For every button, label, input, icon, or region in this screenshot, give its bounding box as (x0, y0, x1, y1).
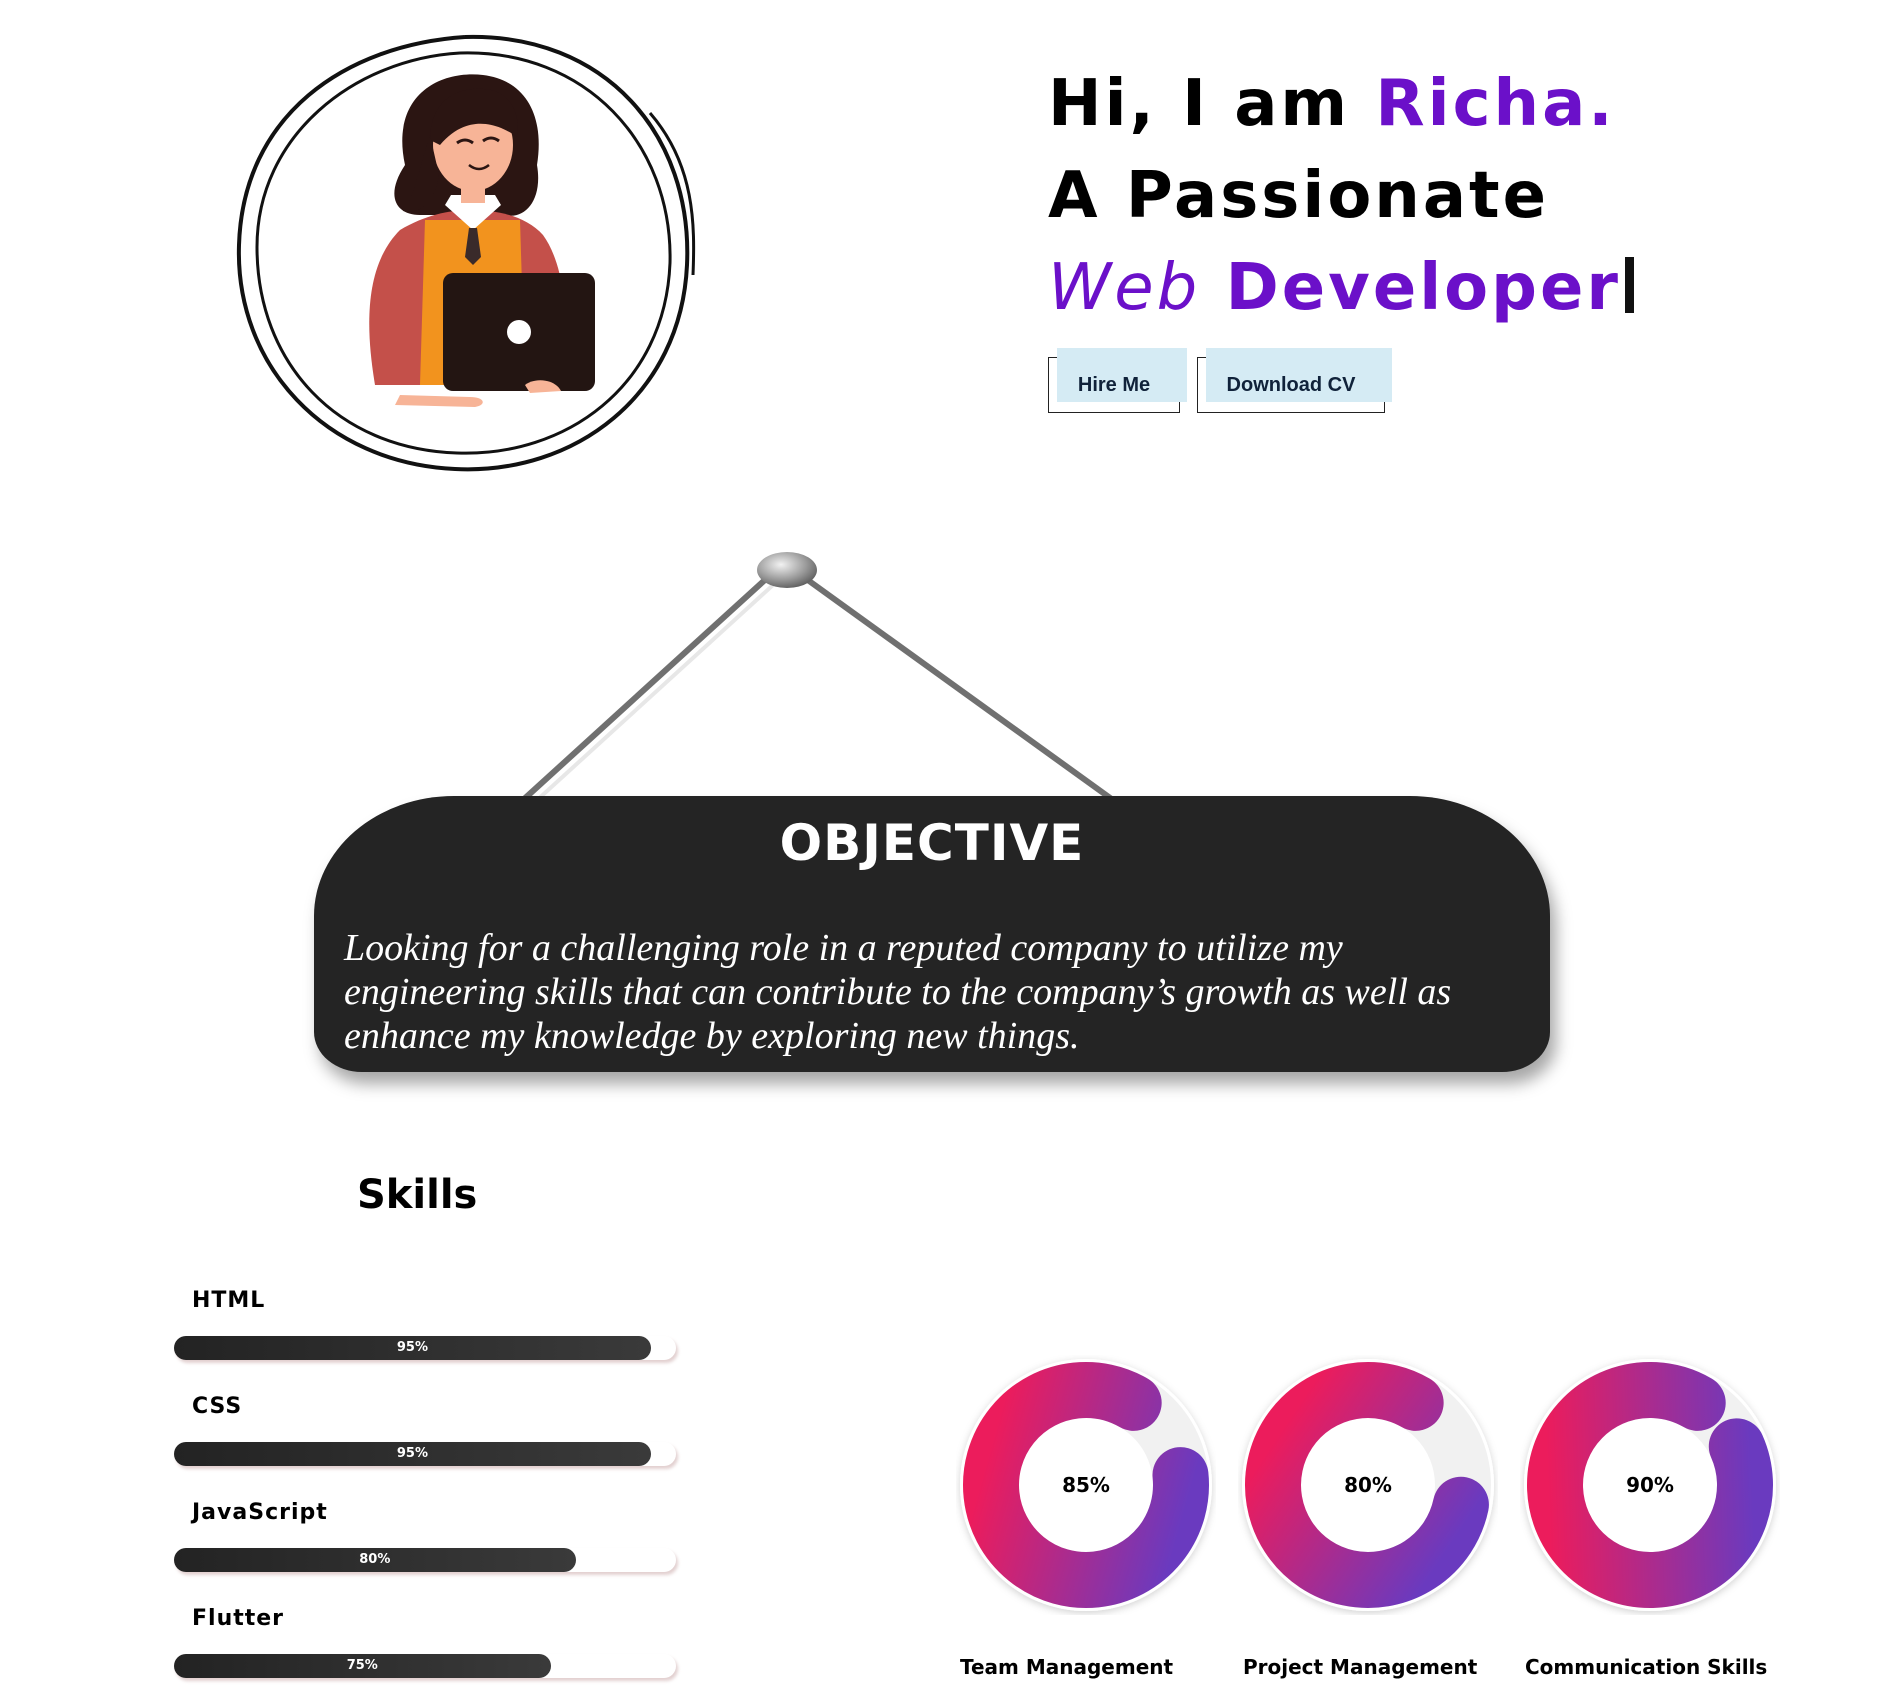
objective-title: OBJECTIVE (779, 814, 1085, 872)
nail-icon (757, 552, 817, 588)
skill-name: HTML (192, 1288, 266, 1313)
ring-label: Team Management (960, 1655, 1174, 1679)
hero-actions: Hire Me Download CV (1048, 348, 1392, 413)
role-word-developer: Developer (1225, 251, 1621, 325)
skills-heading: Skills (357, 1172, 478, 1218)
tagline-line: A Passionate (1048, 159, 1550, 233)
skill-progress-fill: 95% (174, 1442, 651, 1466)
download-cv-button[interactable]: Download CV (1197, 348, 1392, 413)
skill-progress-fill: 75% (174, 1654, 551, 1678)
skill-percent: 95% (396, 1340, 428, 1355)
objective-text: Looking for a challenging role in a repu… (344, 927, 1452, 1057)
ring-percent: 90% (1626, 1473, 1674, 1497)
skill-progress-track: 95% (174, 1336, 676, 1360)
ring-chart-team-management: 85% (956, 1355, 1216, 1635)
greeting-line: Hi, I am Richa. (1048, 58, 1634, 150)
skill-progress-track: 75% (174, 1654, 676, 1678)
profile-illustration (225, 25, 725, 495)
hanging-sign-string (520, 552, 1115, 804)
skill-name: Flutter (192, 1606, 285, 1631)
skill-percent: 75% (346, 1658, 378, 1673)
greeting-text: Hi, I am (1048, 67, 1376, 141)
role-word-web: Web (1048, 251, 1201, 325)
objective-card: OBJECTIVE Looking for a challenging role… (314, 796, 1550, 1072)
skill-percent: 95% (396, 1446, 428, 1461)
download-cv-label: Download CV (1226, 373, 1356, 396)
skill-progress-track: 95% (174, 1442, 676, 1466)
skill-progress-fill: 95% (174, 1336, 651, 1360)
skill-progress-track: 80% (174, 1548, 676, 1572)
skill-progress-fill: 80% (174, 1548, 576, 1572)
ring-chart-communication-skills: 90% (1520, 1355, 1780, 1635)
ring-percent: 85% (1062, 1473, 1110, 1497)
hire-me-button[interactable]: Hire Me (1048, 348, 1187, 413)
name-text: Richa. (1375, 67, 1616, 141)
typing-cursor (1624, 257, 1634, 313)
skill-name: CSS (192, 1394, 243, 1419)
hire-me-label: Hire Me (1077, 373, 1151, 396)
skill-percent: 80% (359, 1552, 391, 1567)
hero-headline: Hi, I am Richa. A Passionate Web Develop… (1048, 58, 1634, 334)
ring-label: Project Management (1243, 1655, 1478, 1679)
skill-name: JavaScript (192, 1500, 328, 1525)
ring-chart-project-management: 80% (1238, 1355, 1498, 1635)
ring-percent: 80% (1344, 1473, 1392, 1497)
role-line: Web Developer (1048, 242, 1634, 334)
ring-label: Communication Skills (1525, 1655, 1768, 1679)
